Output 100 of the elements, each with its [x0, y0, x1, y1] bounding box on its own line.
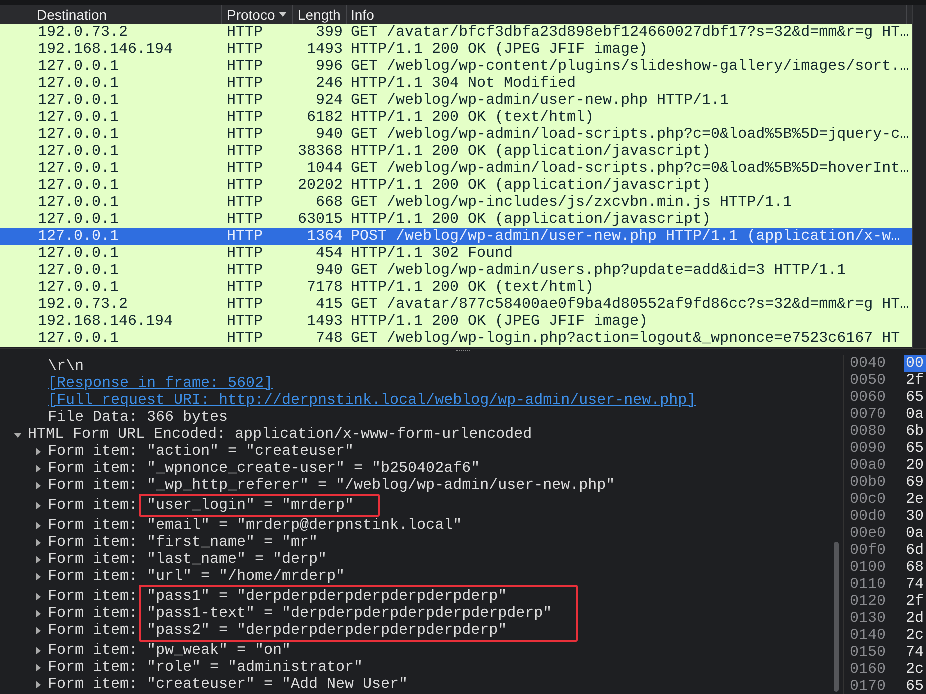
packet-row[interactable]: 127.0.0.1 HTTP 7178 HTTP/1.1 200 OK (text/html): [0, 279, 912, 296]
hex-byte[interactable]: 2c: [904, 627, 926, 644]
tree-link[interactable]: [Response in frame: 5602]: [48, 375, 274, 392]
info-cell: HTTP/1.1 302 Found: [351, 245, 514, 262]
packet-row[interactable]: 192.0.73.2 HTTP 415 GET /avatar/877c58400ae0f9ba4d80552af9fd86cc?s=32&d=mm&r=g HT…: [0, 296, 912, 313]
tree-item[interactable]: Form item: "user_login" = "mrderp": [0, 497, 830, 514]
destination-cell: 127.0.0.1: [38, 58, 120, 75]
hex-byte[interactable]: 65: [904, 440, 926, 457]
packet-row[interactable]: 127.0.0.1 HTTP 668 GET /weblog/wp-includes/js/zxcvbn.min.js HTTP/1.1: [0, 194, 912, 211]
hex-byte[interactable]: 0a: [904, 406, 926, 423]
packet-row[interactable]: 127.0.0.1 HTTP 1044 GET /weblog/wp-admin/load-scripts.php?c=0&load%5B%5D=hoverInt…: [0, 160, 912, 177]
packet-row[interactable]: 127.0.0.1 HTTP 246 HTTP/1.1 304 Not Modified: [0, 75, 912, 92]
protocol-cell: HTTP: [227, 313, 264, 330]
length-cell: 246: [316, 75, 343, 92]
expand-arrow-icon[interactable]: [34, 522, 42, 530]
protocol-cell: HTTP: [227, 126, 264, 143]
packet-row[interactable]: 127.0.0.1 HTTP 1364 POST /weblog/wp-admin/user-new.php HTTP/1.1 (application/x-w…: [0, 228, 912, 245]
hex-byte[interactable]: 69: [904, 474, 926, 491]
tree-text: File Data: 366 bytes: [48, 409, 228, 426]
hex-byte[interactable]: 30: [904, 508, 926, 525]
destination-cell: 127.0.0.1: [38, 279, 120, 296]
tree-item[interactable]: Form item: "_wpnonce_create-user" = "b250402af6": [0, 460, 830, 477]
length-cell: 454: [316, 245, 343, 262]
protocol-cell: HTTP: [227, 75, 264, 92]
length-cell: 38368: [298, 143, 343, 160]
packet-row[interactable]: 127.0.0.1 HTTP 996 GET /weblog/wp-content/plugins/slideshow-gallery/images/sort.…: [0, 58, 912, 75]
hex-offset: 00d0: [850, 508, 886, 525]
expand-arrow-icon[interactable]: [34, 556, 42, 564]
expand-arrow-icon[interactable]: [34, 592, 42, 600]
hex-byte[interactable]: 0a: [904, 525, 926, 542]
hex-byte[interactable]: 6b: [904, 423, 926, 440]
expand-arrow-icon[interactable]: [34, 664, 42, 672]
splitter-handle[interactable]: [456, 350, 470, 354]
packet-row[interactable]: 127.0.0.1 HTTP 38368 HTTP/1.1 200 OK (application/javascript): [0, 143, 912, 160]
hex-byte[interactable]: 74: [904, 576, 926, 593]
packet-row[interactable]: 127.0.0.1 HTTP 924 GET /weblog/wp-admin/user-new.php HTTP/1.1: [0, 92, 912, 109]
packet-row[interactable]: 127.0.0.1 HTTP 748 GET /weblog/wp-login.php?action=logout&_wpnonce=e7523c6167 HT: [0, 330, 912, 347]
hex-byte[interactable]: 2f: [904, 593, 926, 610]
expand-arrow-icon[interactable]: [34, 464, 42, 472]
hex-byte[interactable]: 2f: [904, 372, 926, 389]
destination-cell: 127.0.0.1: [38, 245, 120, 262]
tree-item[interactable]: Form item: "_wp_http_referer" = "/weblog/wp-admin/user-new.php": [0, 477, 830, 494]
packet-row[interactable]: 127.0.0.1 HTTP 20202 HTTP/1.1 200 OK (application/javascript): [0, 177, 912, 194]
packet-row[interactable]: 127.0.0.1 HTTP 6182 HTTP/1.1 200 OK (text/html): [0, 109, 912, 126]
hex-byte[interactable]: 6d: [904, 542, 926, 559]
packet-row[interactable]: 192.168.146.194 HTTP 1493 HTTP/1.1 200 OK (JPEG JFIF image): [0, 41, 912, 58]
expand-arrow-icon[interactable]: [34, 572, 42, 580]
info-cell: GET /weblog/wp-login.php?action=logout&_wpnonce=e7523c6167 HT: [351, 330, 900, 347]
tree-item[interactable]: Form item: "action" = "createuser": [0, 443, 830, 460]
destination-cell: 127.0.0.1: [38, 194, 120, 211]
tree-item[interactable]: Form item: "pw_weak" = "on": [0, 642, 830, 659]
tree-item[interactable]: Form item: "url" = "/home/mrderp": [0, 568, 830, 585]
expand-arrow-icon[interactable]: [34, 448, 42, 456]
expand-arrow-icon[interactable]: [34, 482, 42, 490]
hex-byte[interactable]: 65: [904, 678, 926, 694]
info-cell: HTTP/1.1 200 OK (application/javascript): [351, 211, 712, 228]
hex-byte[interactable]: 74: [904, 644, 926, 661]
protocol-cell: HTTP: [227, 245, 264, 262]
hex-byte[interactable]: 20: [904, 457, 926, 474]
tree-item[interactable]: HTML Form URL Encoded: application/x-www-form-urlencoded: [0, 426, 830, 443]
hex-byte[interactable]: 2d: [904, 610, 926, 627]
protocol-cell: HTTP: [227, 177, 264, 194]
tree-item[interactable]: Form item: "pass2" = "derpderpderpderpderpderpderp": [0, 622, 830, 639]
collapse-arrow-icon[interactable]: [14, 430, 22, 438]
packet-row[interactable]: 192.168.146.194 HTTP 1493 HTTP/1.1 200 OK (JPEG JFIF image): [0, 313, 912, 330]
expand-arrow-icon[interactable]: [34, 610, 42, 618]
length-cell: 940: [316, 126, 343, 143]
scrollbar[interactable]: [912, 5, 926, 348]
expand-arrow-icon[interactable]: [34, 626, 42, 634]
hex-byte[interactable]: 2c: [904, 661, 926, 678]
packet-row[interactable]: 127.0.0.1 HTTP 63015 HTTP/1.1 200 OK (application/javascript): [0, 211, 912, 228]
hex-byte[interactable]: 65: [904, 389, 926, 406]
packet-row[interactable]: 127.0.0.1 HTTP 940 GET /weblog/wp-admin/load-scripts.php?c=0&load%5B%5D=jquery-c…: [0, 126, 912, 143]
packet-row[interactable]: 192.0.73.2 HTTP 399 GET /avatar/bfcf3dbfa23d898ebf124660027dbf17?s=32&d=mm&r=g HT…: [0, 24, 912, 41]
expand-arrow-icon[interactable]: [34, 538, 42, 546]
expand-arrow-icon[interactable]: [34, 646, 42, 654]
destination-cell: 127.0.0.1: [38, 126, 120, 143]
tree-item[interactable]: Form item: "pass1" = "derpderpderpderpderpderpderp": [0, 588, 830, 605]
tree-item[interactable]: Form item: "email" = "mrderp@derpnstink.local": [0, 517, 830, 534]
destination-cell: 192.168.146.194: [38, 41, 174, 58]
hex-offset: 0120: [850, 593, 886, 610]
expand-arrow-icon[interactable]: [34, 680, 42, 688]
tree-item[interactable]: Form item: "role" = "administrator": [0, 659, 830, 676]
hex-byte[interactable]: 2e: [904, 491, 926, 508]
packet-row[interactable]: 127.0.0.1 HTTP 940 GET /weblog/wp-admin/users.php?update=add&id=3 HTTP/1.1: [0, 262, 912, 279]
expand-arrow-icon[interactable]: [34, 502, 42, 510]
protocol-cell: HTTP: [227, 194, 264, 211]
hex-byte[interactable]: 00: [904, 355, 926, 372]
tree-item[interactable]: Form item: "createuser" = "Add New User": [0, 676, 830, 693]
length-cell: 6182: [306, 109, 343, 126]
tree-item[interactable]: Form item: "first_name" = "mr": [0, 534, 830, 551]
protocol-cell: HTTP: [227, 24, 264, 41]
tree-item[interactable]: Form item: "last_name" = "derp": [0, 551, 830, 568]
length-cell: 399: [316, 24, 343, 41]
hex-byte[interactable]: 68: [904, 559, 926, 576]
tree-item[interactable]: Form item: "pass1-text" = "derpderpderpderpderpderpderp": [0, 605, 830, 622]
tree-link[interactable]: [Full request URI: http://derpnstink.local/weblog/wp-admin/user-new.php]: [48, 392, 696, 409]
hex-offset: 0150: [850, 644, 886, 661]
protocol-cell: HTTP: [227, 143, 264, 160]
packet-row[interactable]: 127.0.0.1 HTTP 454 HTTP/1.1 302 Found: [0, 245, 912, 262]
